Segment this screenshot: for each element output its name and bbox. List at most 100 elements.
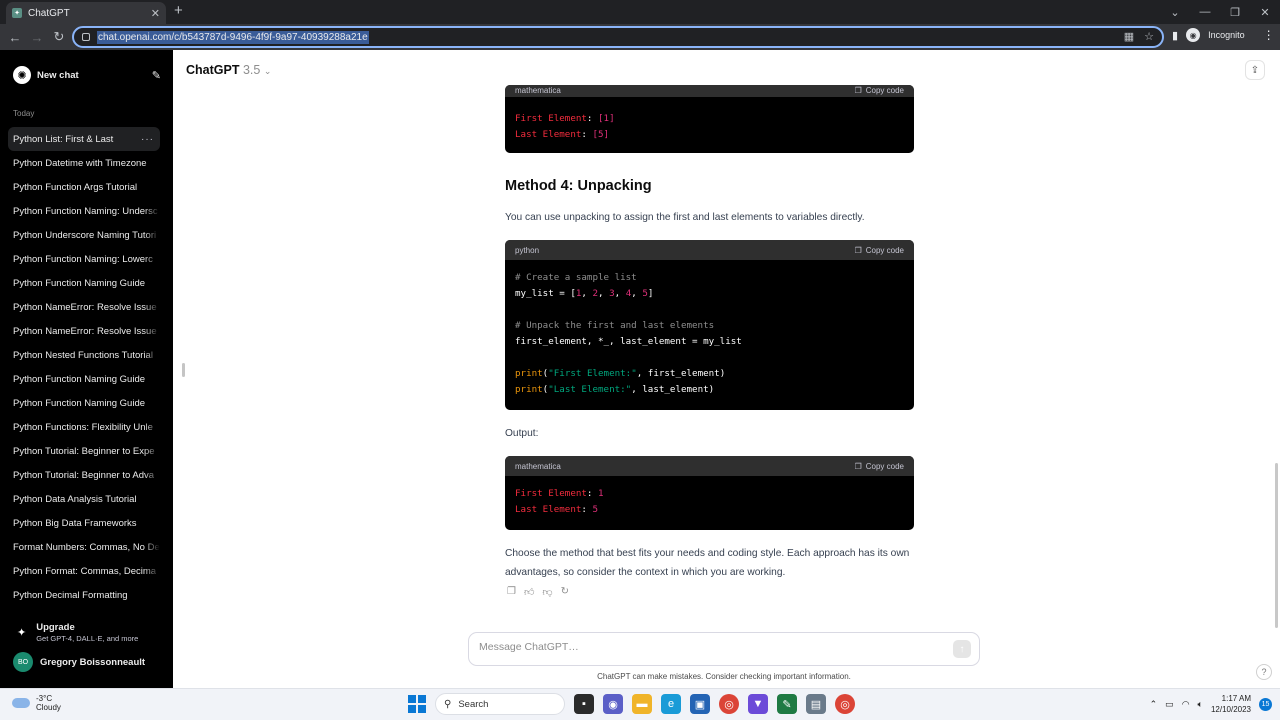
tab-search-icon[interactable]: ⌄ [1160,6,1190,19]
windows-start-icon[interactable] [408,695,426,713]
sidebar-toggle-handle[interactable] [182,363,185,377]
upgrade-subtitle: Get GPT-4, DALL·E, and more [36,634,139,643]
history-item[interactable]: Python Data Analysis Tutorial [8,487,160,511]
message-composer: ↑ [468,632,980,666]
history-item[interactable]: Python Tutorial: Beginner to Expe [8,439,160,463]
file-explorer-icon[interactable]: ▬ [632,694,652,714]
history-item[interactable]: Python Datetime with Timezone [8,151,160,175]
app-icon[interactable]: ▼ [748,694,768,714]
network-icon[interactable]: ▭ [1165,699,1174,710]
url-text[interactable]: chat.openai.com/c/b543787d-9496-4f9f-9a9… [97,30,369,44]
history-item[interactable]: Python Underscore Naming Tutori [8,223,160,247]
history-item[interactable]: Python Function Naming Guide [8,367,160,391]
thumbs-down-icon[interactable]: 👎︎ [542,586,552,598]
chat-app-icon[interactable]: ◉ [603,694,623,714]
user-menu[interactable]: BO Gregory Boissonneault [13,652,145,672]
copy-code-button[interactable]: Copy code [855,86,904,95]
history-item[interactable]: Python NameError: Resolve Issue [8,295,160,319]
upgrade-title: Upgrade [36,622,75,633]
copy-icon[interactable]: ❐ [507,586,516,598]
disclaimer-text: ChatGPT can make mistakes. Consider chec… [597,672,851,681]
code-content: First Element: 1 Last Element: 5 [515,488,604,515]
volume-icon[interactable]: 🔈︎ [1198,699,1203,710]
history-item-label: Python Function Naming: Undersc [13,205,158,217]
model-selector[interactable]: ChatGPT 3.5 ⌄ [186,63,271,77]
code-content: First Element: [1] Last Element: [5] [515,113,615,140]
regenerate-icon[interactable]: ↻ [561,586,569,598]
incognito-label[interactable]: Incognito [1208,30,1245,40]
history-item[interactable]: Python List: First & Last ··· [8,127,160,151]
notification-badge[interactable]: 15 [1259,697,1272,711]
store-icon[interactable]: ▣ [690,694,710,714]
arrow-up-icon: ↑ [959,643,965,655]
task-view-icon[interactable]: ▪ [574,694,594,714]
chevron-down-icon: ⌄ [263,66,272,76]
new-tab-icon[interactable]: + [174,3,183,19]
avatar: BO [13,652,33,672]
history-item[interactable]: Python Function Naming Guide [8,271,160,295]
new-chat-edit-icon[interactable]: ✎ [152,69,161,82]
new-chat-button[interactable]: ✺ New chat ✎ [13,64,161,86]
history-item[interactable]: Python Function Naming: Undersc [8,199,160,223]
history-item[interactable]: Python Big Data Frameworks [8,511,160,535]
more-options-icon[interactable]: ··· [141,134,154,145]
qr-code-icon[interactable]: ▦ [1124,30,1134,43]
back-icon[interactable]: ← [4,30,26,45]
history-item[interactable]: Python Tutorial: Beginner to Adva [8,463,160,487]
method-heading: Method 4: Unpacking [505,178,652,194]
copy-code-button[interactable]: Copy code [855,462,904,471]
browser-menu-icon[interactable]: ⋮ [1263,28,1275,42]
scrollbar-thumb[interactable] [1275,463,1278,628]
reload-icon[interactable]: ↻ [48,29,70,45]
history-item-label: Python Datetime with Timezone [13,157,147,169]
close-tab-icon[interactable]: ✕ [151,7,160,20]
clock[interactable]: 1:17 AM 12/10/2023 [1211,693,1251,715]
history-item[interactable]: Python Decimal Formatting [8,583,160,607]
history-item[interactable]: Python Function Naming Guide [8,391,160,415]
code-block: mathematica Copy code First Element: [1]… [505,85,914,153]
incognito-icon[interactable]: ◉ [1186,28,1201,42]
taskbar-apps: ⚲ Search ▪ ◉ ▬ e ▣ ◎ ▼ ✎ ▤ ◎ [408,693,855,715]
forward-icon[interactable]: → [26,30,48,45]
help-button[interactable]: ? [1256,664,1272,680]
share-button[interactable]: ⇪ [1245,60,1265,80]
history-item-label: Python Tutorial: Beginner to Expe [13,445,155,457]
copy-code-button[interactable]: Copy code [855,246,904,255]
upgrade-button[interactable]: ✦ Upgrade Get GPT-4, DALL·E, and more [13,622,138,643]
minimize-icon[interactable]: — [1190,6,1220,18]
history-item-label: Python Function Naming Guide [13,373,146,385]
excel-icon[interactable]: ✎ [777,694,797,714]
history-item-label: Python Big Data Frameworks [13,517,137,529]
app-icon[interactable]: ▤ [806,694,826,714]
history-item[interactable]: Python Function Naming: Lowerc [8,247,160,271]
history-section-label: Today [13,109,35,118]
taskbar-search[interactable]: ⚲ Search [435,693,565,715]
restore-icon[interactable]: ❐ [1220,6,1250,19]
history-item[interactable]: Python Format: Commas, Decima [8,559,160,583]
history-item[interactable]: Python Function Args Tutorial [8,175,160,199]
side-panel-icon[interactable]: ▮ [1172,29,1178,42]
site-info-icon[interactable] [82,33,90,41]
address-bar[interactable]: chat.openai.com/c/b543787d-9496-4f9f-9a9… [72,26,1164,48]
send-button[interactable]: ↑ [953,640,971,658]
history-item-label: Python Data Analysis Tutorial [13,493,137,505]
bookmark-star-icon[interactable]: ☆ [1144,30,1154,43]
history-item[interactable]: Python NameError: Resolve Issue [8,319,160,343]
history-item[interactable]: Python Nested Functions Tutorial [8,343,160,367]
chevron-up-icon[interactable]: ⌃ [1150,699,1158,710]
weather-widget[interactable]: -3°C Cloudy [12,694,61,712]
close-window-icon[interactable]: ✕ [1250,6,1280,19]
wifi-icon[interactable]: ◠ [1182,699,1190,710]
history-item[interactable]: Format Numbers: Commas, No De [8,535,160,559]
edge-icon[interactable]: e [661,694,681,714]
history-item-label: Python List: First & Last [13,133,114,145]
model-name: ChatGPT [186,63,240,77]
thumbs-up-icon[interactable]: 👍︎ [524,586,534,598]
code-block-header: mathematica Copy code [505,85,914,97]
chrome-active-icon[interactable]: ◎ [835,694,855,714]
history-item-label: Format Numbers: Commas, No De [13,541,160,553]
browser-tab[interactable]: ✦ ChatGPT ✕ [6,2,166,24]
history-item[interactable]: Python Functions: Flexibility Unle [8,415,160,439]
chrome-icon[interactable]: ◎ [719,694,739,714]
message-input[interactable] [479,641,939,653]
